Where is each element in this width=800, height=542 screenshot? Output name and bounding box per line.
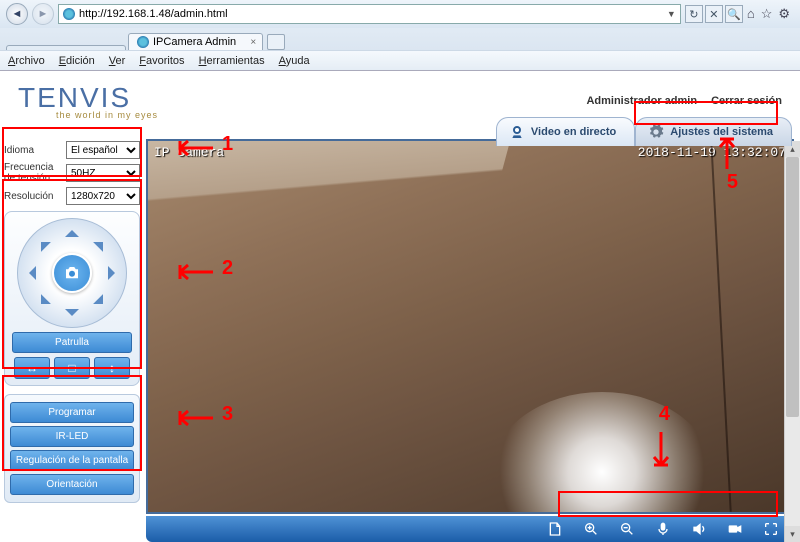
program-button[interactable]: Programar bbox=[10, 402, 134, 423]
webcam-icon bbox=[509, 124, 525, 140]
menu-favoritos[interactable]: Favoritos bbox=[139, 55, 184, 67]
callout-label-2: 2 bbox=[222, 257, 233, 280]
url-text: http://192.168.1.48/admin.html bbox=[79, 8, 228, 20]
menu-archivo[interactable]: Archivo bbox=[8, 55, 45, 67]
ptz-panel: Patrulla ↔ □ ↕ bbox=[4, 211, 140, 386]
flip-horizontal-button[interactable]: ↔ bbox=[14, 357, 50, 379]
callout-label-3: 3 bbox=[222, 403, 233, 426]
frequency-select[interactable]: 50HZ bbox=[66, 164, 140, 182]
frequency-label: Frecuencia de tensión bbox=[4, 162, 66, 184]
zoom-out-icon[interactable] bbox=[618, 520, 636, 538]
tab-favicon bbox=[137, 36, 149, 48]
tab-system-settings[interactable]: Ajustes del sistema bbox=[635, 117, 792, 146]
callout-arrow-3 bbox=[168, 407, 218, 434]
url-actions: ↻ ✕ 🔍 bbox=[685, 5, 743, 23]
address-bar-row: ◄ ► http://192.168.1.48/admin.html ▼ ↻ ✕… bbox=[0, 0, 800, 28]
video-area: IP Camera 2018-11-19 13:32:07 bbox=[146, 139, 794, 542]
ptz-down-right[interactable] bbox=[93, 294, 113, 314]
page-favicon bbox=[63, 8, 75, 20]
callout-arrow-2 bbox=[168, 261, 218, 288]
ptz-up[interactable] bbox=[65, 223, 79, 237]
new-tab-button[interactable] bbox=[267, 34, 285, 50]
ptz-right[interactable] bbox=[108, 266, 122, 280]
tab-title: IPCamera Admin bbox=[153, 36, 236, 48]
video-feed[interactable]: IP Camera 2018-11-19 13:32:07 bbox=[146, 139, 794, 514]
home-icon[interactable]: ⌂ bbox=[747, 6, 755, 22]
refresh-button[interactable]: ↻ bbox=[685, 5, 703, 23]
vertical-scrollbar[interactable]: ▴ ▾ bbox=[784, 141, 800, 542]
flip-vertical-button[interactable]: ↕ bbox=[94, 357, 130, 379]
scroll-thumb[interactable] bbox=[786, 157, 799, 417]
main-row: Idioma El español Frecuencia de tensión … bbox=[0, 139, 800, 542]
record-icon[interactable] bbox=[726, 520, 744, 538]
menu-edicion[interactable]: Edición bbox=[59, 55, 95, 67]
browser-chrome: ◄ ► http://192.168.1.48/admin.html ▼ ↻ ✕… bbox=[0, 0, 800, 71]
callout-label-1: 1 bbox=[222, 133, 233, 156]
user-links: Administrador admin Cerrar sesión bbox=[586, 95, 782, 107]
url-input[interactable]: http://192.168.1.48/admin.html ▼ bbox=[58, 4, 681, 24]
browser-tabs: IPCamera Admin × bbox=[0, 28, 800, 50]
scroll-down-arrow[interactable]: ▾ bbox=[785, 526, 800, 542]
speaker-icon[interactable] bbox=[690, 520, 708, 538]
tab-live-label: Video en directo bbox=[531, 126, 616, 138]
stop-button[interactable]: ✕ bbox=[705, 5, 723, 23]
sidebar: Idioma El español Frecuencia de tensión … bbox=[0, 139, 144, 542]
irled-button[interactable]: IR-LED bbox=[10, 426, 134, 447]
language-label: Idioma bbox=[4, 145, 66, 156]
screen-adjust-button[interactable]: Regulación de la pantalla bbox=[10, 450, 134, 471]
nav-back-button[interactable]: ◄ bbox=[6, 3, 28, 25]
light-glare bbox=[492, 392, 712, 514]
callout-arrow-4 bbox=[650, 427, 672, 482]
ptz-up-right[interactable] bbox=[93, 232, 113, 252]
menu-ayuda[interactable]: Ayuda bbox=[279, 55, 310, 67]
snapshot-icon[interactable] bbox=[546, 520, 564, 538]
window-icons: ⌂ ☆ ⚙ bbox=[747, 6, 794, 22]
microphone-icon[interactable] bbox=[654, 520, 672, 538]
ptz-flip-row: ↔ □ ↕ bbox=[11, 357, 133, 379]
search-button[interactable]: 🔍 bbox=[725, 5, 743, 23]
callout-arrow-1 bbox=[168, 137, 218, 164]
ptz-snapshot-button[interactable] bbox=[52, 253, 92, 293]
nav-fwd-button[interactable]: ► bbox=[32, 3, 54, 25]
language-select[interactable]: El español bbox=[66, 141, 140, 159]
ptz-left[interactable] bbox=[22, 266, 36, 280]
page-body: TENVIS the world in my eyes Administrado… bbox=[0, 71, 800, 542]
logout-link[interactable]: Cerrar sesión bbox=[711, 95, 782, 107]
logo: TENVIS the world in my eyes bbox=[18, 82, 158, 120]
resolution-select[interactable]: 1280x720 bbox=[66, 187, 140, 205]
video-toolbar bbox=[146, 516, 794, 542]
menu-bar: Archivo Edición Ver Favoritos Herramient… bbox=[0, 50, 800, 70]
url-dropdown-icon[interactable]: ▼ bbox=[667, 9, 676, 19]
fullscreen-icon[interactable] bbox=[762, 520, 780, 538]
callout-label-4: 4 bbox=[659, 403, 670, 426]
menu-ver[interactable]: Ver bbox=[109, 55, 126, 67]
secondary-controls: Programar IR-LED Regulación de la pantal… bbox=[4, 394, 140, 503]
ptz-up-left[interactable] bbox=[31, 232, 51, 252]
tools-icon[interactable]: ⚙ bbox=[778, 6, 790, 22]
gear-icon bbox=[648, 124, 664, 140]
blank-tab[interactable] bbox=[6, 45, 126, 50]
admin-label[interactable]: Administrador admin bbox=[586, 95, 697, 107]
menu-herramientas[interactable]: Herramientas bbox=[199, 55, 265, 67]
settings-block: Idioma El español Frecuencia de tensión … bbox=[4, 141, 140, 205]
page-tabs: Video en directo Ajustes del sistema bbox=[496, 117, 792, 146]
resolution-label: Resolución bbox=[4, 191, 66, 202]
tab-live-video[interactable]: Video en directo bbox=[496, 117, 635, 146]
active-tab[interactable]: IPCamera Admin × bbox=[128, 33, 263, 50]
ptz-down-left[interactable] bbox=[31, 294, 51, 314]
orientation-button[interactable]: Orientación bbox=[10, 474, 134, 495]
tab-close-icon[interactable]: × bbox=[250, 37, 256, 48]
ptz-pad bbox=[17, 218, 127, 328]
patrol-button[interactable]: Patrulla bbox=[12, 332, 132, 353]
favorites-icon[interactable]: ☆ bbox=[761, 6, 773, 22]
ptz-down[interactable] bbox=[65, 309, 79, 323]
osd-timestamp: 2018-11-19 13:32:07 bbox=[638, 145, 786, 160]
callout-label-5: 5 bbox=[727, 171, 738, 194]
ptz-stop-button[interactable]: □ bbox=[54, 357, 90, 379]
zoom-in-icon[interactable] bbox=[582, 520, 600, 538]
